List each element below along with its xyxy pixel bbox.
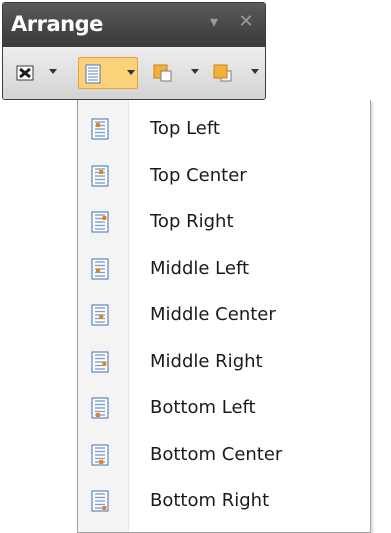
menu-item-middle-center[interactable]: Middle Center — [78, 292, 370, 338]
menu-item-label: Middle Right — [150, 350, 263, 372]
chevron-down-icon — [49, 69, 57, 74]
align-middle-right-icon — [91, 351, 109, 372]
alignment-dropdown-menu: Top Left Top Center Top Right Middle Left Mi… — [77, 100, 371, 533]
menu-item-label: Middle Left — [150, 257, 250, 279]
chevron-down-icon — [251, 69, 259, 74]
menu-item-label: Bottom Left — [150, 397, 256, 418]
bring-to-front-icon — [153, 64, 172, 82]
align-middle-center-icon — [91, 304, 109, 326]
align-bottom-center-icon — [91, 444, 109, 465]
bring-to-front-button[interactable] — [149, 57, 201, 89]
menu-item-top-center[interactable]: Top Center — [78, 153, 370, 199]
send-to-back-button[interactable] — [209, 57, 261, 89]
align-middle-left-icon — [91, 258, 109, 279]
menu-item-top-left[interactable]: Top Left — [78, 106, 370, 152]
bring-forward-icon — [16, 65, 34, 81]
menu-item-label: Top Left — [150, 118, 220, 139]
panel-title: Arrange — [11, 12, 103, 36]
menu-item-bottom-right[interactable]: Bottom Right — [78, 478, 370, 524]
send-to-back-icon — [213, 64, 232, 82]
panel-titlebar[interactable]: Arrange ▾ ✕ — [3, 3, 265, 47]
close-icon[interactable]: ✕ — [235, 11, 257, 33]
menu-item-label: Top Right — [150, 211, 234, 232]
align-top-right-icon — [91, 211, 109, 233]
text-alignment-button[interactable] — [78, 57, 138, 89]
align-bottom-left-icon — [91, 397, 109, 419]
menu-item-middle-left[interactable]: Middle Left — [78, 246, 370, 292]
menu-item-bottom-left[interactable]: Bottom Left — [78, 385, 370, 431]
menu-item-label: Bottom Right — [150, 490, 270, 511]
arrange-panel: Arrange ▾ ✕ — [2, 2, 266, 100]
text-alignment-icon — [85, 64, 101, 84]
chevron-down-icon — [191, 69, 199, 74]
chevron-down-icon — [127, 70, 135, 75]
menu-item-bottom-center[interactable]: Bottom Center — [78, 432, 370, 478]
pin-icon[interactable]: ▾ — [203, 11, 225, 33]
menu-item-label: Bottom Center — [150, 443, 283, 465]
menu-item-top-right[interactable]: Top Right — [78, 199, 370, 245]
align-top-left-icon — [91, 118, 109, 140]
menu-item-label: Top Center — [150, 164, 247, 186]
menu-item-label: Middle Center — [150, 304, 276, 325]
menu-item-middle-right[interactable]: Middle Right — [78, 339, 370, 385]
bring-forward-button[interactable] — [11, 57, 59, 89]
align-bottom-right-icon — [91, 490, 109, 512]
align-top-center-icon — [91, 165, 109, 186]
arrange-toolbar — [3, 47, 265, 99]
